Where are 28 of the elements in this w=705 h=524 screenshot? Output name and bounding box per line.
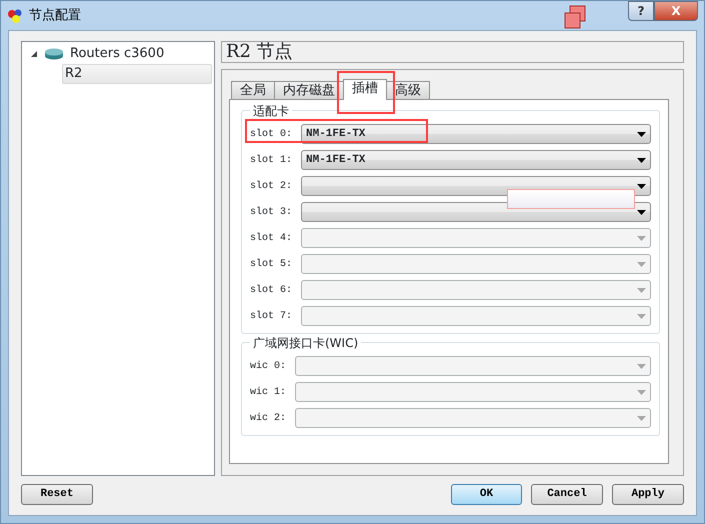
field-label: wic 0:	[250, 360, 288, 374]
field-label: slot 2:	[250, 180, 294, 194]
field-label: slot 3:	[250, 206, 294, 220]
tab[interactable]: 高级	[386, 81, 430, 99]
page-header: R2 节点	[221, 41, 684, 63]
dialog-button[interactable]: Apply	[612, 484, 684, 505]
dropdown[interactable]: NM-1FE-TX	[301, 150, 651, 170]
group-title: 广域网接口卡(WIC)	[250, 334, 362, 352]
tab[interactable]: 内存磁盘	[274, 81, 344, 99]
field-label: slot 0:	[250, 128, 294, 142]
dropdown[interactable]: NM-1FE-TX	[301, 124, 651, 144]
field-label: slot 4:	[250, 232, 294, 246]
dialog-button[interactable]: Reset	[21, 484, 93, 505]
dialog-button[interactable]: Cancel	[531, 484, 603, 505]
field-label: wic 2:	[250, 412, 288, 426]
field-label: slot 1:	[250, 154, 294, 168]
tab[interactable]: 插槽	[343, 79, 387, 100]
field-label: slot 6:	[250, 284, 294, 298]
help-button[interactable]: ?	[628, 1, 654, 21]
tree-item[interactable]: R2	[62, 64, 212, 84]
field-label: slot 7:	[250, 310, 294, 324]
window-title: 节点配置	[29, 6, 81, 25]
tree-item[interactable]: Routers c3600	[22, 44, 214, 64]
field-label: wic 1:	[250, 386, 288, 400]
group-title: 适配卡	[250, 102, 292, 120]
dialog-button[interactable]: OK	[451, 484, 522, 505]
tab[interactable]: 全局	[231, 81, 275, 99]
field-label: slot 5:	[250, 258, 294, 272]
